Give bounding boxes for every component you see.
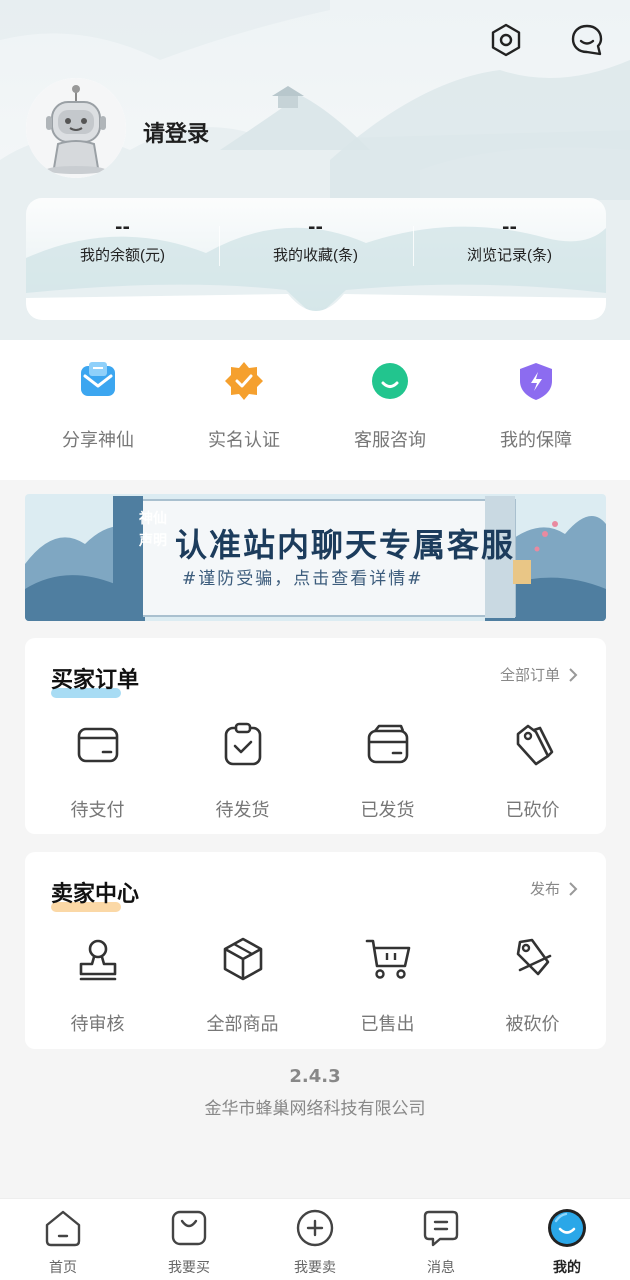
card-icon [77,727,118,763]
robot-avatar-icon [26,78,126,178]
verified-badge-icon [225,362,263,400]
stat-label: 浏览记录(条) [467,247,552,264]
nav-buy[interactable]: 我要买 [126,1207,252,1277]
order-label: 待支付 [70,800,125,820]
app-version: 2.4.3 [289,1066,341,1087]
quick-label: 客服咨询 [354,430,426,450]
stat-value: -- [502,217,517,238]
seller-label: 全部商品 [206,1014,279,1034]
nav-label: 我的 [553,1259,581,1275]
stamp-icon [79,939,116,981]
chat-bubble-icon [571,24,603,56]
order-shipped[interactable]: 已发货 [315,722,460,822]
customer-service-icon [372,363,408,399]
quick-label: 我的保障 [500,430,572,450]
stat-history[interactable]: -- 浏览记录(条) [413,216,606,265]
publish-link[interactable]: 发布 [530,878,578,899]
price-tag-icon [516,724,553,766]
wallet-icon [367,724,408,764]
buyer-orders-title: 买家订单 [51,668,140,693]
hex-settings-icon [491,23,521,57]
settings-button[interactable] [486,20,526,60]
chevron-right-icon [569,667,578,682]
clipboard-check-icon [224,722,261,766]
stats-card: -- 我的余额(元) -- 我的收藏(条) -- 浏览记录(条) [26,198,606,320]
card-title: 买家订单 [51,662,140,698]
link-label: 全部订单 [499,667,560,684]
message-icon [423,1210,459,1247]
order-pending-payment[interactable]: 待支付 [25,722,170,822]
seller-label: 待审核 [70,1014,125,1034]
quick-actions: 分享神仙 实名认证 客服咨询 我的保障 [0,340,630,476]
nav-label: 消息 [427,1259,455,1275]
login-link[interactable]: 请登录 [143,116,209,148]
banner-subtitle: #谨防受骗，点击查看详情# [182,569,424,589]
quick-label: 分享神仙 [62,430,134,450]
seller-center-card: 卖家中心 发布 待审核 全部商品 已售出 被砍价 [25,852,606,1049]
card-title: 卖家中心 [51,876,140,912]
chevron-right-icon [569,881,578,896]
box-icon [223,937,262,981]
stat-label: 我的收藏(条) [273,247,358,264]
profile-icon [548,1209,586,1247]
order-label: 已发货 [360,800,415,820]
seller-all-products[interactable]: 全部商品 [170,936,315,1036]
plus-circle-icon [296,1209,334,1247]
company-name: 金华市蜂巢网络科技有限公司 [204,1099,426,1118]
buyer-orders-card: 买家订单 全部订单 待支付 待发货 已发货 已砍价 [25,638,606,834]
banner-side-text: 神仙声明 [139,511,167,549]
stat-favorites[interactable]: -- 我的收藏(条) [219,216,412,265]
quick-verify[interactable]: 实名认证 [171,360,317,452]
home-icon [45,1210,81,1247]
shield-icon [520,363,552,400]
stat-balance[interactable]: -- 我的余额(元) [26,216,219,265]
share-mail-icon [81,362,115,396]
bottom-nav: 首页 我要买 我要卖 消息 我的 [0,1198,630,1280]
stat-value: -- [308,217,323,238]
quick-share[interactable]: 分享神仙 [25,360,171,452]
anti-fraud-banner[interactable]: 神仙声明 认准站内聊天专属客服 #谨防受骗，点击查看详情# [25,494,606,621]
customer-service-button[interactable] [567,20,607,60]
nav-label: 我要卖 [294,1259,336,1275]
order-pending-shipment[interactable]: 待发货 [170,722,315,822]
order-label: 待发货 [215,800,270,820]
seller-pending-review[interactable]: 待审核 [25,936,170,1036]
nav-home[interactable]: 首页 [0,1207,126,1277]
order-label: 已砍价 [505,800,560,820]
nav-profile[interactable]: 我的 [504,1207,630,1277]
tag-cut-icon [516,938,551,976]
nav-sell[interactable]: 我要卖 [252,1207,378,1277]
seller-bargained[interactable]: 被砍价 [460,936,605,1036]
quick-service[interactable]: 客服咨询 [317,360,463,452]
seller-center-title: 卖家中心 [51,882,140,907]
cart-icon [365,939,410,979]
seller-label: 已售出 [360,1014,415,1034]
seller-label: 被砍价 [505,1014,560,1034]
nav-label: 我要买 [168,1259,210,1275]
shopping-bag-icon [171,1210,207,1246]
stat-label: 我的余额(元) [80,247,165,264]
quick-label: 实名认证 [208,430,280,450]
avatar[interactable] [26,78,126,178]
nav-messages[interactable]: 消息 [378,1207,504,1277]
nav-label: 首页 [49,1259,77,1275]
quick-protection[interactable]: 我的保障 [463,360,609,452]
order-bargained[interactable]: 已砍价 [460,722,605,822]
link-label: 发布 [529,881,560,898]
seller-sold[interactable]: 已售出 [315,936,460,1036]
all-orders-link[interactable]: 全部订单 [500,664,578,685]
banner-title: 认准站内聊天专属客服 [175,526,516,564]
stat-value: -- [115,217,130,238]
